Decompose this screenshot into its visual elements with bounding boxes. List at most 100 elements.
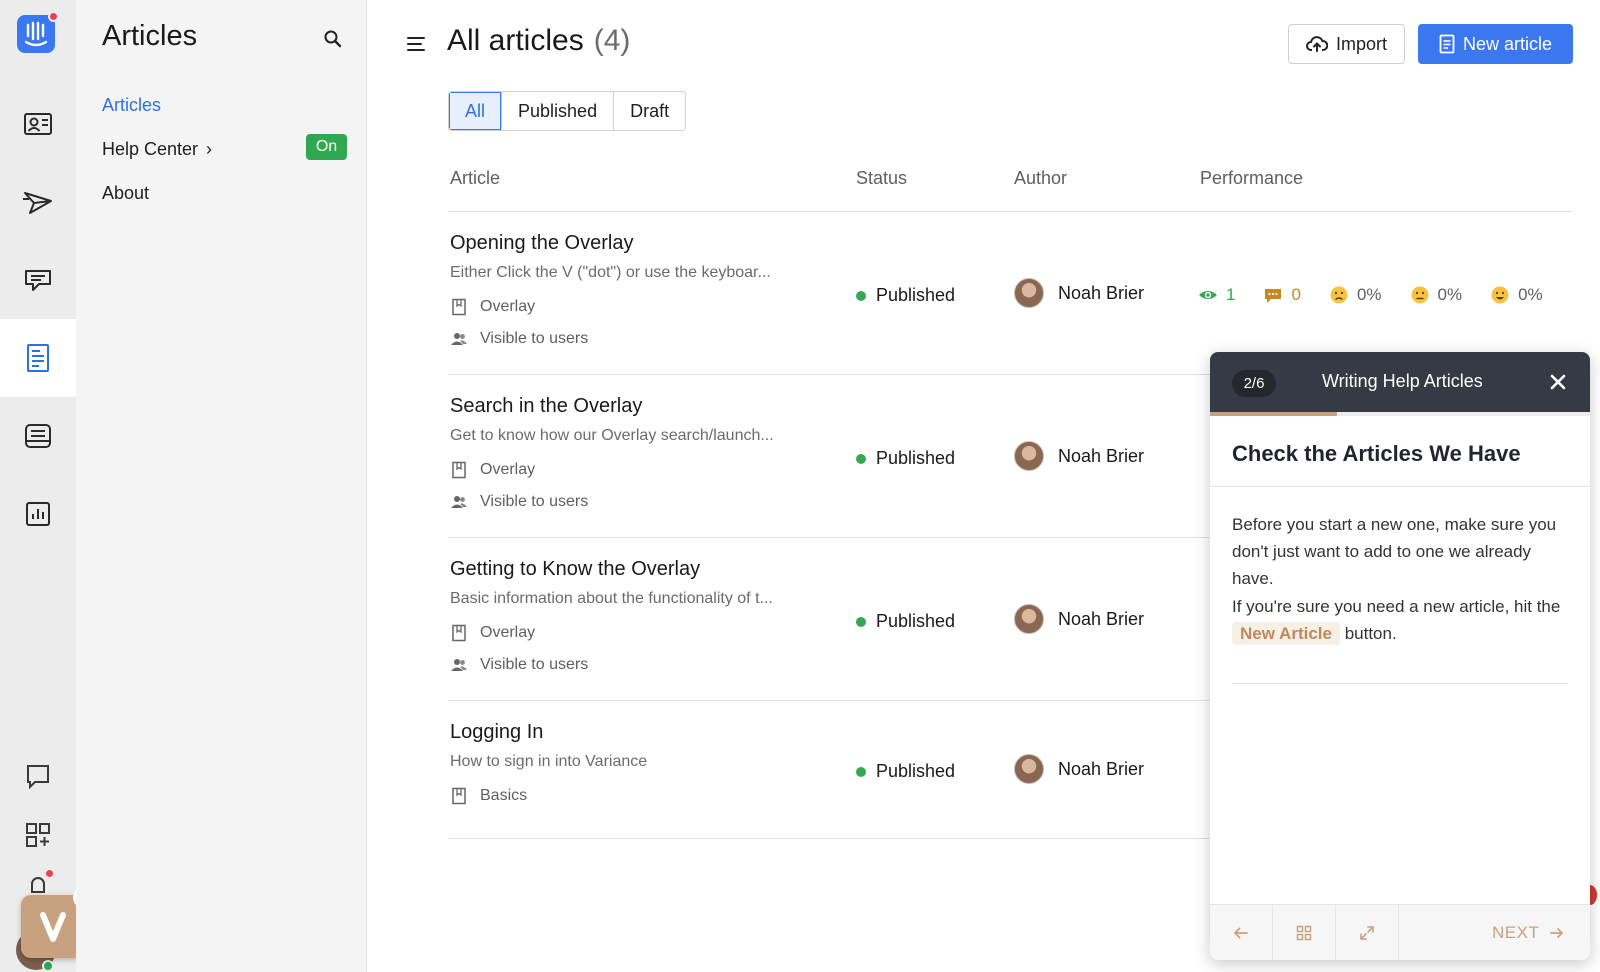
cloud-upload-icon	[1306, 36, 1328, 52]
article-author[interactable]: Noah Brier	[1014, 604, 1144, 634]
eye-icon	[1199, 291, 1217, 299]
subnav-item-label: About	[102, 183, 150, 203]
search-icon[interactable]	[323, 29, 343, 49]
status-label: Published	[876, 611, 956, 631]
articles-icon[interactable]	[0, 319, 76, 397]
status-badge: Published	[856, 448, 955, 469]
conversations-count: 0	[1291, 285, 1301, 304]
subnav-title: Articles	[102, 20, 198, 52]
audience-label: Visible to users	[480, 493, 589, 510]
article-title[interactable]: Logging In	[450, 721, 543, 744]
outbound-icon[interactable]	[0, 163, 76, 241]
notification-dot	[48, 11, 59, 22]
article-description: How to sign in into Variance	[450, 753, 648, 770]
collection-label: Overlay	[480, 298, 536, 315]
tour-progress-bar	[1210, 412, 1590, 416]
hamburger-icon[interactable]	[405, 32, 429, 56]
article-title[interactable]: Getting to Know the Overlay	[450, 558, 700, 581]
tour-next-label: NEXT	[1492, 923, 1540, 942]
article-description: Get to know how our Overlay search/launc…	[450, 427, 774, 444]
users-icon	[451, 496, 467, 508]
column-header-performance: Performance	[1200, 168, 1304, 188]
arrow-left-icon	[1234, 927, 1248, 939]
reports-icon[interactable]	[0, 475, 76, 553]
tour-paragraph: Before you start a new one, make sure yo…	[1232, 515, 1557, 588]
audience-label: Visible to users	[480, 330, 589, 347]
close-icon[interactable]	[1548, 372, 1568, 392]
article-collection: Overlay	[450, 624, 535, 642]
import-button[interactable]: Import	[1288, 24, 1405, 64]
filter-tab-published[interactable]: Published	[502, 92, 615, 130]
published-dot	[856, 766, 866, 777]
filter-tab-all[interactable]: All	[449, 92, 503, 130]
intercom-logo-icon[interactable]	[17, 11, 59, 53]
status-label: Published	[876, 761, 956, 781]
article-author[interactable]: Noah Brier	[1014, 441, 1144, 471]
new-article-button[interactable]: New article	[1418, 24, 1573, 64]
new-article-highlight: New Article	[1232, 622, 1340, 645]
tour-previous-button[interactable]	[1210, 905, 1273, 960]
arrow-right-icon	[1550, 928, 1564, 938]
filter-tab-draft[interactable]: Draft	[614, 92, 686, 130]
status-filter-tabs: All Published Draft	[448, 91, 687, 131]
article-title[interactable]: Opening the Overlay	[450, 232, 633, 255]
happy-face-icon	[1491, 286, 1509, 304]
author-avatar	[1014, 441, 1044, 471]
neutral-face-icon	[1411, 286, 1429, 304]
author-avatar	[1014, 754, 1044, 784]
tour-footer: NEXT	[1210, 904, 1590, 960]
collection-icon	[452, 624, 466, 642]
tour-progress-fill	[1210, 412, 1337, 416]
variance-extension-badge[interactable]	[21, 887, 94, 958]
expand-icon	[1360, 926, 1374, 940]
article-collection: Basics	[450, 787, 527, 805]
tour-name: Writing Help Articles	[1322, 371, 1483, 391]
subnav-item-help-center[interactable]: Help Center ›	[102, 139, 212, 160]
table-row[interactable]: Opening the Overlay Either Click the V (…	[448, 212, 1572, 375]
article-collection: Overlay	[450, 298, 535, 316]
subnav-item-articles[interactable]: Articles	[102, 95, 161, 116]
grid-icon	[1296, 925, 1312, 941]
published-dot	[856, 453, 866, 464]
article-title[interactable]: Search in the Overlay	[450, 395, 642, 418]
messenger-icon[interactable]	[0, 397, 76, 475]
author-name: Noah Brier	[1058, 282, 1145, 303]
article-count: (4)	[593, 24, 631, 57]
collection-icon	[452, 787, 466, 805]
app-store-icon[interactable]	[0, 810, 76, 860]
article-description: Basic information about the functionalit…	[450, 590, 773, 607]
variance-logo-icon	[39, 911, 66, 942]
article-audience: Visible to users	[450, 656, 588, 674]
import-button-label: Import	[1335, 33, 1387, 54]
article-author[interactable]: Noah Brier	[1014, 278, 1144, 308]
neutral-reaction-metric: 0%	[1410, 285, 1462, 305]
document-icon	[1439, 34, 1455, 54]
article-author[interactable]: Noah Brier	[1014, 754, 1144, 784]
collection-icon	[452, 461, 466, 479]
tour-next-button[interactable]: NEXT	[1492, 905, 1565, 960]
collection-icon	[452, 298, 466, 316]
tour-overview-button[interactable]	[1273, 905, 1336, 960]
help-center-status-badge[interactable]: On	[306, 134, 347, 160]
author-avatar	[1014, 604, 1044, 634]
conversations-icon[interactable]	[0, 751, 76, 801]
subnav-item-about[interactable]: About	[102, 183, 149, 204]
new-article-button-label: New article	[1462, 33, 1553, 54]
conversations-metric: 0	[1263, 285, 1301, 305]
collection-label: Overlay	[480, 461, 536, 478]
tour-expand-button[interactable]	[1336, 905, 1399, 960]
sad-percent: 0%	[1356, 285, 1382, 304]
views-metric: 1	[1198, 285, 1235, 305]
article-collection: Overlay	[450, 461, 535, 479]
product-tour-card: 2/6 Writing Help Articles Check the Arti…	[1210, 352, 1590, 960]
tour-header: 2/6 Writing Help Articles	[1210, 352, 1590, 412]
collection-label: Overlay	[480, 624, 536, 641]
column-header-status: Status	[856, 168, 908, 188]
collection-label: Basics	[480, 787, 528, 804]
author-name: Noah Brier	[1058, 758, 1145, 779]
contacts-icon[interactable]	[0, 85, 76, 163]
article-audience: Visible to users	[450, 330, 588, 348]
inbox-icon[interactable]	[0, 241, 76, 319]
sad-reaction-metric: 0%	[1329, 285, 1382, 305]
subnav-item-label: Help Center	[102, 139, 199, 159]
